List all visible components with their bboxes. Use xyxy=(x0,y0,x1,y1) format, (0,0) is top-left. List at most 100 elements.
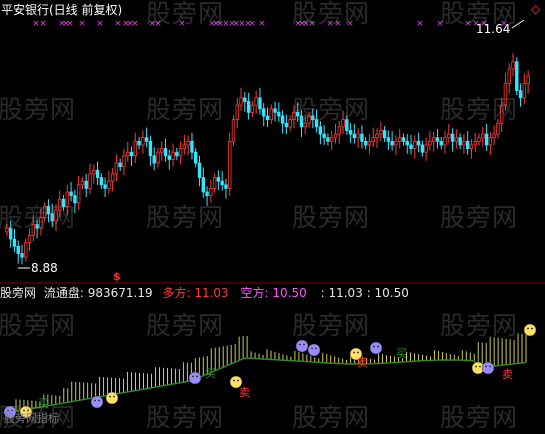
candle-body xyxy=(239,97,243,106)
candle-body xyxy=(462,140,466,146)
candlestick-chart[interactable]: × × ××× × × × ××× ×× × ××××××××× × ×××× × × × × × × × × ×买买卖… xyxy=(0,0,545,426)
candle-body xyxy=(488,137,493,146)
ribbon-line xyxy=(11,357,527,413)
face-eye-icon xyxy=(237,379,239,382)
candle-body xyxy=(311,115,315,121)
candle-body xyxy=(484,133,489,146)
candle-body xyxy=(428,140,432,146)
candle-body xyxy=(137,140,141,146)
candle-body xyxy=(99,177,104,186)
candle-body xyxy=(88,173,92,189)
candle-body xyxy=(182,144,187,149)
chart-window[interactable]: × × × × × × × × × × × × × × × × × × × × × × × × × × × × × × × × × × × × × 买买卖… xyxy=(0,0,545,432)
candle-body xyxy=(129,151,134,157)
candle-body xyxy=(477,137,481,142)
candle-body xyxy=(265,115,270,121)
signal-label: 卖 xyxy=(239,386,250,399)
cross-marker: × xyxy=(346,19,354,29)
candle-body xyxy=(243,97,247,102)
candle-body xyxy=(348,130,353,135)
candle-body xyxy=(220,180,224,186)
candle-body xyxy=(447,133,451,139)
candle-body xyxy=(110,173,115,182)
candle-body xyxy=(194,151,198,164)
candle-body xyxy=(405,140,409,146)
cross-marker: × xyxy=(258,19,266,29)
signal-label: 买 xyxy=(396,347,407,360)
pair-label: : xyxy=(320,286,325,300)
candle-body xyxy=(326,137,330,142)
candle-body xyxy=(345,119,349,131)
candle-body xyxy=(197,162,202,178)
candle-body xyxy=(499,104,504,124)
candle-body xyxy=(5,227,9,233)
bottom-caption: 股旁网指标 xyxy=(4,412,59,425)
candle-body xyxy=(212,177,217,189)
candle-body xyxy=(269,108,273,121)
candle-body xyxy=(8,227,13,240)
candle-body xyxy=(518,90,523,99)
candle-body xyxy=(156,151,160,164)
candle-body xyxy=(148,140,153,157)
candle-body xyxy=(122,155,126,168)
candle-body xyxy=(307,115,311,124)
candle-body xyxy=(515,61,519,92)
candle-body xyxy=(409,144,413,149)
candle-body xyxy=(178,148,183,157)
face-eye-icon xyxy=(527,327,529,330)
candle-body xyxy=(73,195,77,204)
candle-body xyxy=(299,115,304,128)
dollar-marker: $ xyxy=(113,270,121,283)
candle-body xyxy=(16,245,20,254)
candle-body xyxy=(118,162,122,168)
short-label: 空方: xyxy=(240,286,269,300)
candle-body xyxy=(216,177,221,182)
candle-body xyxy=(61,198,66,207)
candle-body xyxy=(352,133,357,139)
face-eye-icon xyxy=(485,365,487,368)
short-value: 10.50 xyxy=(272,286,307,300)
long-value: 11.03 xyxy=(194,286,229,300)
candle-body xyxy=(375,133,379,139)
pair-separator: : xyxy=(366,286,375,300)
candle-body xyxy=(54,209,58,222)
candle-body xyxy=(469,144,474,149)
candle-body xyxy=(42,206,47,218)
candle-body xyxy=(503,83,508,106)
cross-marker: × xyxy=(178,19,186,29)
candle-body xyxy=(65,191,70,207)
diamond-icon[interactable]: ◇ xyxy=(531,2,540,16)
candle-body xyxy=(209,187,213,197)
cross-marker: × xyxy=(248,19,256,29)
candle-body xyxy=(394,140,398,146)
candle-body xyxy=(379,130,383,135)
cross-marker: × xyxy=(334,19,342,29)
indicator-name: 股旁网 xyxy=(0,286,37,300)
candle-body xyxy=(12,238,17,247)
candle-body xyxy=(224,184,228,189)
candle-body xyxy=(280,115,285,124)
cross-marker: × xyxy=(308,19,316,29)
face-eye-icon xyxy=(113,395,115,398)
indicator-info-bar: 股旁网 流通盘: 983671.19 多方: 11.03 空方: 10.50 :… xyxy=(0,286,409,300)
candle-body xyxy=(231,119,236,142)
candle-body xyxy=(35,224,39,229)
candle-body xyxy=(337,126,341,135)
candle-body xyxy=(390,140,394,146)
candle-body xyxy=(401,137,406,142)
candle-body xyxy=(277,111,281,117)
cross-marker: × xyxy=(464,19,472,29)
candle-body xyxy=(141,137,145,146)
candle-body xyxy=(39,216,43,229)
signal-label: 买 xyxy=(38,397,49,410)
candle-body xyxy=(235,104,239,121)
candle-body xyxy=(76,184,81,204)
candle-body xyxy=(492,133,496,139)
face-eye-icon xyxy=(353,351,355,354)
candle-body xyxy=(114,162,119,175)
face-eye-icon xyxy=(479,365,481,368)
candle-body xyxy=(24,242,28,258)
candle-body xyxy=(296,111,300,117)
face-eye-icon xyxy=(311,347,313,350)
face-icon xyxy=(105,391,119,405)
